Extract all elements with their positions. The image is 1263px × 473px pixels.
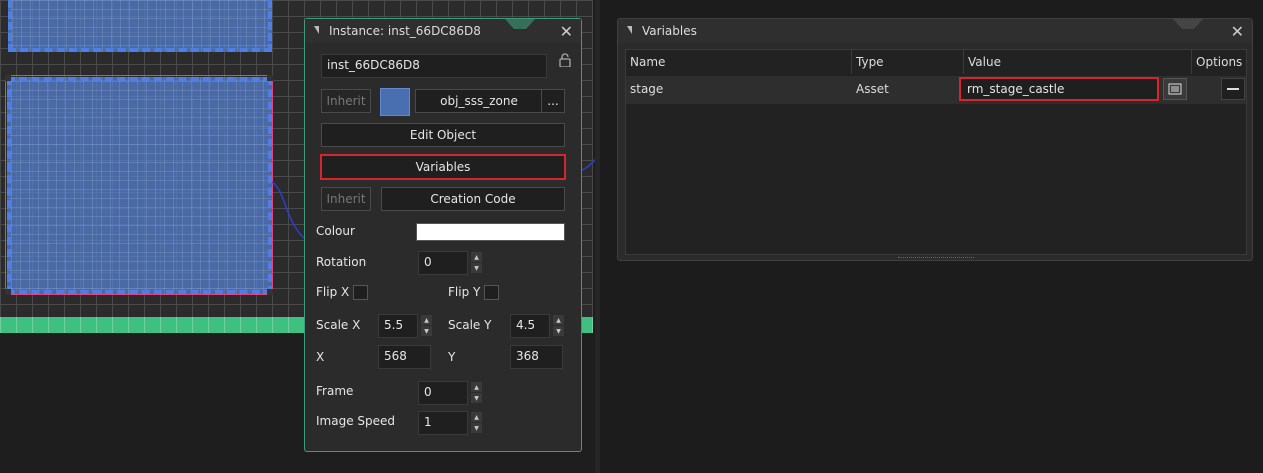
- variables-window-title: Variables: [642, 24, 697, 38]
- scale-y-input[interactable]: 4.5: [510, 314, 550, 338]
- close-icon[interactable]: ✕: [560, 22, 573, 41]
- instance-name-field[interactable]: inst_66DC86D8: [321, 54, 547, 78]
- image-speed-label: Image Speed: [316, 414, 396, 428]
- instance-window-titlebar[interactable]: Instance: inst_66DC86D8 ✕: [305, 19, 581, 43]
- remove-variable-button[interactable]: [1221, 78, 1245, 100]
- frame-label: Frame: [316, 384, 354, 398]
- variable-value-field[interactable]: rm_stage_castle: [959, 77, 1159, 101]
- creation-code-button[interactable]: Creation Code: [381, 187, 565, 211]
- variables-window: Variables ✕ Name Type Value Options stag…: [617, 18, 1253, 261]
- scale-y-stepper[interactable]: ▲ ▼: [553, 315, 564, 337]
- image-speed-stepper[interactable]: ▲ ▼: [471, 412, 482, 434]
- column-header-options[interactable]: Options: [1192, 50, 1248, 74]
- scale-y-label: Scale Y: [448, 318, 492, 332]
- inherit-code-button[interactable]: Inherit: [321, 187, 371, 211]
- colour-label: Colour: [316, 224, 355, 238]
- inherit-button[interactable]: Inherit: [321, 89, 371, 113]
- x-label: X: [316, 350, 325, 364]
- column-header-name[interactable]: Name: [626, 50, 852, 74]
- flip-y-checkbox[interactable]: [484, 285, 499, 300]
- rotation-label: Rotation: [316, 255, 367, 269]
- tab-notch: [1173, 19, 1203, 29]
- frame-stepper[interactable]: ▲ ▼: [471, 382, 482, 404]
- zone-instance-top[interactable]: [8, 0, 272, 52]
- x-input[interactable]: 568: [378, 345, 431, 369]
- column-header-type[interactable]: Type: [852, 50, 964, 74]
- scale-x-input[interactable]: 5.5: [378, 314, 418, 338]
- edit-object-button[interactable]: Edit Object: [321, 123, 565, 147]
- instance-window: Instance: inst_66DC86D8 ✕ inst_66DC86D8 …: [304, 18, 582, 452]
- y-input[interactable]: 368: [510, 345, 563, 369]
- close-icon[interactable]: ✕: [1231, 22, 1244, 41]
- collapse-arrow-icon[interactable]: [314, 26, 319, 34]
- asset-browser-button[interactable]: [1163, 78, 1187, 100]
- lock-icon[interactable]: [559, 53, 571, 67]
- scale-x-label: Scale X: [316, 318, 361, 332]
- object-select-button[interactable]: obj_sss_zone: [415, 89, 543, 113]
- selection-handle[interactable]: [267, 289, 273, 295]
- scale-x-stepper[interactable]: ▲ ▼: [421, 315, 432, 337]
- flip-x-label: Flip X: [316, 285, 350, 299]
- rotation-input[interactable]: 0: [418, 251, 468, 275]
- minus-icon: [1227, 88, 1239, 90]
- object-sprite-thumbnail[interactable]: [380, 88, 410, 116]
- variables-window-titlebar[interactable]: Variables ✕: [618, 19, 1252, 43]
- resize-grip[interactable]: [898, 257, 974, 261]
- column-header-value[interactable]: Value: [964, 50, 1192, 74]
- object-menu-button[interactable]: ...: [541, 89, 565, 113]
- selection-handle[interactable]: [5, 75, 11, 81]
- image-speed-input[interactable]: 1: [418, 411, 468, 435]
- rotation-stepper[interactable]: ▲ ▼: [471, 252, 482, 274]
- selection-handle[interactable]: [267, 75, 273, 81]
- flip-y-label: Flip Y: [448, 285, 481, 299]
- tab-notch: [505, 19, 535, 29]
- variables-table: Name Type Value Options stage Asset rm_s…: [625, 49, 1247, 255]
- frame-input[interactable]: 0: [418, 381, 468, 405]
- variables-button[interactable]: Variables: [320, 154, 566, 180]
- variable-type-cell: Asset: [856, 82, 889, 96]
- asset-list-icon: [1168, 83, 1182, 95]
- selection-handle[interactable]: [5, 289, 11, 295]
- colour-picker[interactable]: [416, 223, 565, 241]
- flip-x-checkbox[interactable]: [353, 285, 368, 300]
- selection-outline: [5, 75, 273, 295]
- y-label: Y: [448, 350, 456, 364]
- variable-name-cell: stage: [630, 82, 664, 96]
- instance-window-title: Instance: inst_66DC86D8: [329, 24, 481, 38]
- collapse-arrow-icon[interactable]: [627, 26, 632, 34]
